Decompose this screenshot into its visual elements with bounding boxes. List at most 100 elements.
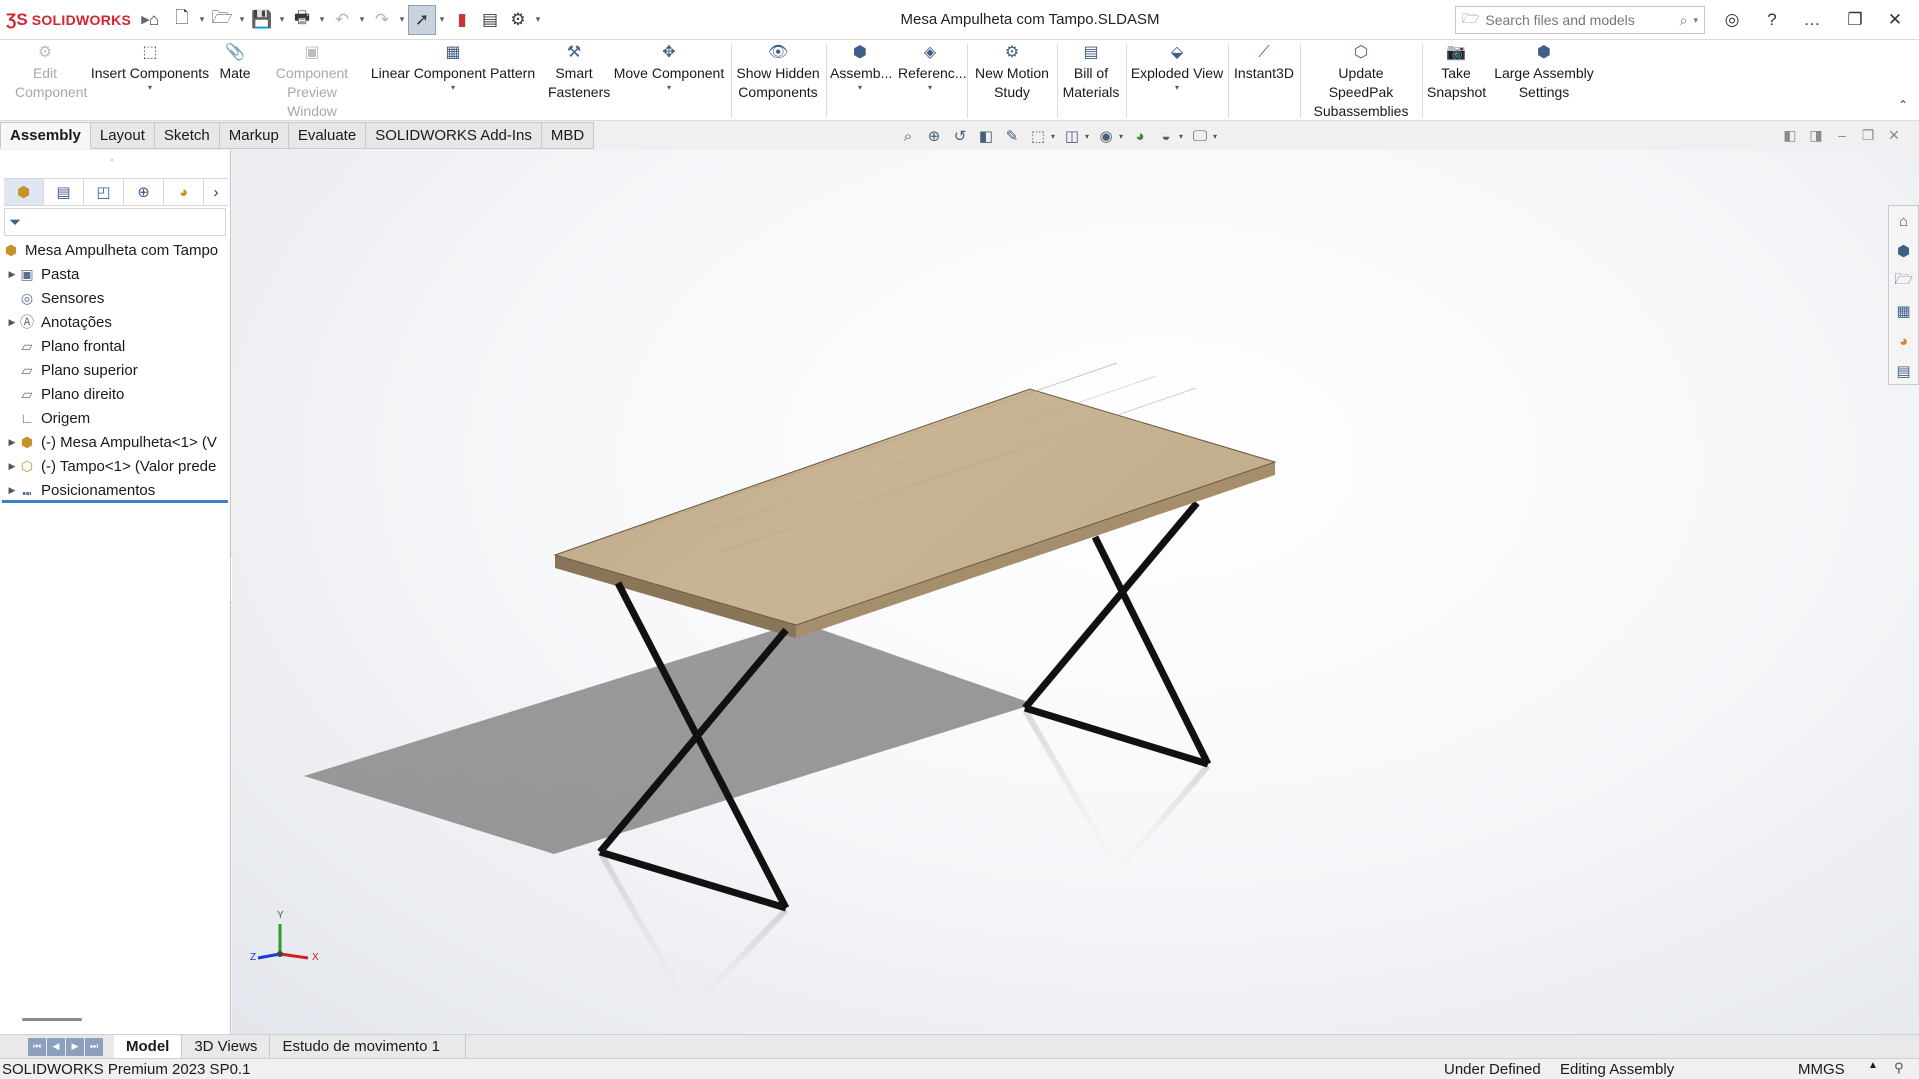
redo-icon[interactable]: ↷: [368, 5, 396, 35]
next-tab-icon[interactable]: ▶: [66, 1037, 84, 1056]
file-explorer-icon[interactable]: 🗁: [1889, 266, 1918, 296]
mate-button[interactable]: 📎 Mate: [214, 44, 256, 83]
hide-show-items-icon[interactable]: ◉: [1093, 125, 1119, 147]
design-library-icon[interactable]: ⬢: [1889, 236, 1918, 266]
view-settings-caret-icon[interactable]: ▾: [1213, 132, 1221, 141]
tab-3d-views[interactable]: 3D Views: [182, 1035, 271, 1058]
rollback-bar[interactable]: [2, 500, 228, 503]
tab-mbd[interactable]: MBD: [541, 122, 595, 149]
print-icon[interactable]: 🖶: [288, 5, 316, 35]
tree-item-mesa-ampulheta[interactable]: ▶ ⬢ (-) Mesa Ampulheta<1> (V: [0, 430, 230, 454]
dynamic-annotation-icon[interactable]: ✎: [999, 125, 1025, 147]
large-assembly-settings-button[interactable]: ⬢ Large Assembly Settings: [1491, 44, 1597, 102]
tab-markup[interactable]: Markup: [219, 122, 289, 149]
more-options-icon[interactable]: …: [1795, 6, 1829, 34]
tab-motion-study[interactable]: Estudo de movimento 1: [270, 1035, 467, 1058]
viewport-right-icon[interactable]: ◨: [1806, 125, 1826, 145]
display-style-caret-icon[interactable]: ▾: [1085, 132, 1093, 141]
expand-arrow-icon[interactable]: ▶: [6, 461, 18, 472]
save-icon[interactable]: 💾: [248, 5, 276, 35]
collapse-ribbon-icon[interactable]: ⌃: [1898, 98, 1908, 112]
zoom-to-fit-icon[interactable]: ⌕: [895, 125, 921, 147]
instant3d-button[interactable]: ⟋ Instant3D: [1231, 44, 1297, 83]
tab-solidworks-add-ins[interactable]: SOLIDWORKS Add-Ins: [366, 122, 542, 149]
select-cursor-icon[interactable]: ➚: [408, 4, 436, 35]
new-document-icon[interactable]: 🗋: [168, 5, 196, 35]
select-caret-icon[interactable]: ▾: [436, 14, 448, 25]
linear-pattern-caret-icon[interactable]: ▾: [370, 83, 536, 93]
last-tab-icon[interactable]: ⏭: [85, 1037, 103, 1056]
options-caret-icon[interactable]: ▾: [532, 14, 544, 25]
property-manager-icon[interactable]: ▤: [44, 179, 84, 205]
new-caret-icon[interactable]: ▾: [196, 14, 208, 25]
tree-item-plano-direito[interactable]: ▱ Plano direito: [0, 382, 230, 406]
exploded-view-caret-icon[interactable]: ▾: [1129, 83, 1225, 93]
tree-item-anotacoes[interactable]: ▶ Ⓐ Anotações: [0, 310, 230, 334]
undo-caret-icon[interactable]: ▾: [356, 14, 368, 25]
tab-assembly[interactable]: Assembly: [0, 122, 91, 149]
tree-item-origem[interactable]: ∟ Origem: [0, 406, 230, 430]
appearances-icon[interactable]: ◕: [1889, 326, 1918, 356]
tree-item-tampo[interactable]: ▶ ⬡ (-) Tampo<1> (Valor prede: [0, 454, 230, 478]
viewport-left-icon[interactable]: ◧: [1780, 125, 1800, 145]
tree-item-plano-superior[interactable]: ▱ Plano superior: [0, 358, 230, 382]
hide-show-caret-icon[interactable]: ▾: [1119, 132, 1127, 141]
redo-caret-icon[interactable]: ▾: [396, 14, 408, 25]
model-viewport[interactable]: [232, 150, 1919, 1034]
viewport-minimize-icon[interactable]: –: [1832, 125, 1852, 145]
dimxpert-manager-icon[interactable]: ⊕: [124, 179, 164, 205]
assembly-features-caret-icon[interactable]: ▾: [830, 83, 890, 93]
search-caret-icon[interactable]: ▾: [1693, 15, 1698, 26]
custom-properties-icon[interactable]: ▤: [1889, 356, 1918, 386]
open-icon[interactable]: 🗁: [208, 5, 236, 35]
section-view-icon[interactable]: ◧: [973, 125, 999, 147]
viewport-close-icon[interactable]: ✕: [1884, 125, 1904, 145]
bill-of-materials-button[interactable]: ▤ Bill of Materials: [1060, 44, 1122, 102]
reference-geometry-caret-icon[interactable]: ▾: [898, 83, 962, 93]
graphics-area[interactable]: Y X Z: [232, 150, 1919, 1034]
tag-icon[interactable]: ⚲: [1894, 1060, 1904, 1076]
assembly-features-button[interactable]: ⬢ Assemb... ▾: [830, 44, 892, 93]
print-caret-icon[interactable]: ▾: [316, 14, 328, 25]
apply-scene-icon[interactable]: ◒: [1153, 125, 1179, 147]
view-palette-icon[interactable]: ▦: [1889, 296, 1918, 326]
tree-root-assembly[interactable]: ⬢ Mesa Ampulheta com Tampo: [0, 238, 230, 262]
tree-item-plano-frontal[interactable]: ▱ Plano frontal: [0, 334, 230, 358]
zoom-to-area-icon[interactable]: ⊕: [921, 125, 947, 147]
view-orientation-caret-icon[interactable]: ▾: [1051, 132, 1059, 141]
display-manager-icon[interactable]: ◕: [164, 179, 204, 205]
take-snapshot-button[interactable]: 📷 Take Snapshot: [1425, 44, 1487, 102]
exploded-view-button[interactable]: ⬙ Exploded View ▾: [1129, 44, 1225, 93]
update-speedpak-button[interactable]: ⬡ Update SpeedPak Subassemblies: [1303, 44, 1419, 121]
move-component-button[interactable]: ✥ Move Component ▾: [610, 44, 728, 93]
units-caret-icon[interactable]: ▲: [1868, 1060, 1878, 1071]
reference-geometry-button[interactable]: ◈ Referenc... ▾: [898, 44, 966, 93]
previous-view-icon[interactable]: ↺: [947, 125, 973, 147]
expand-arrow-icon[interactable]: ▶: [6, 317, 18, 328]
display-style-icon[interactable]: ◫: [1059, 125, 1085, 147]
linear-component-pattern-button[interactable]: ▦ Linear Component Pattern ▾: [370, 44, 536, 93]
expand-arrow-icon[interactable]: ▶: [6, 269, 18, 280]
first-tab-icon[interactable]: ⏮: [28, 1037, 46, 1056]
open-caret-icon[interactable]: ▾: [236, 14, 248, 25]
solidworks-logo[interactable]: ƷS SOLIDWORKS ▶: [0, 0, 150, 40]
user-account-icon[interactable]: ◎: [1715, 6, 1749, 34]
view-orientation-icon[interactable]: ⬚: [1025, 125, 1051, 147]
smart-fasteners-button[interactable]: ⚒ Smart Fasteners: [548, 44, 610, 102]
apply-scene-caret-icon[interactable]: ▾: [1179, 132, 1187, 141]
tree-item-posicionamentos[interactable]: ▶ ⑉ Posicionamentos: [0, 478, 230, 502]
search-input[interactable]: 🗁 Search files and models ⌕ ▾: [1455, 6, 1705, 34]
viewport-restore-icon[interactable]: ❐: [1858, 125, 1878, 145]
prev-tab-icon[interactable]: ◀: [47, 1037, 65, 1056]
move-component-caret-icon[interactable]: ▾: [610, 83, 728, 93]
solidworks-resources-icon[interactable]: ⌂: [1889, 206, 1918, 236]
edit-component-button[interactable]: ⚙ Edit Component: [6, 44, 87, 102]
component-preview-window-button[interactable]: ▣ Component Preview Window: [258, 44, 366, 121]
tab-layout[interactable]: Layout: [90, 122, 155, 149]
restore-window-icon[interactable]: ❐: [1838, 6, 1872, 34]
close-window-icon[interactable]: ✕: [1878, 6, 1912, 34]
options-gear-icon[interactable]: ⚙: [504, 5, 532, 35]
unit-system-selector[interactable]: MMGS: [1798, 1061, 1845, 1078]
expand-arrow-icon[interactable]: ▶: [6, 485, 18, 496]
show-hidden-components-button[interactable]: 👁 Show Hidden Components: [736, 44, 820, 102]
